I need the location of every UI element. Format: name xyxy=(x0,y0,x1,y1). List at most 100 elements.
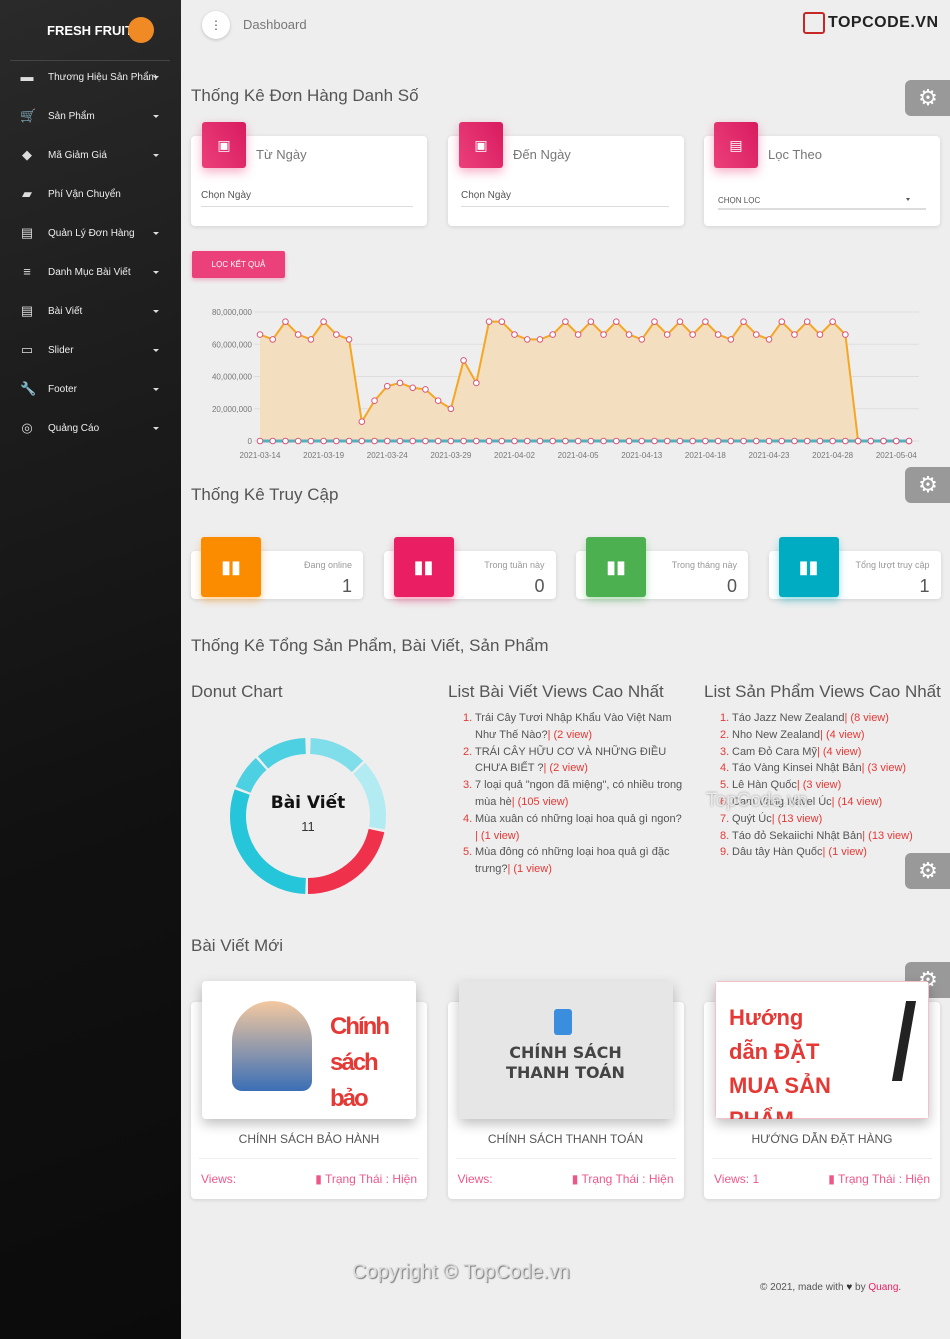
post-title[interactable]: CHÍNH SÁCH THANH TOÁN xyxy=(448,1132,684,1146)
sidebar-item[interactable]: ▤ Quản Lý Đơn Hàng xyxy=(0,219,181,249)
stat-card: ▮▮ Tổng lượt truy cập 1 xyxy=(768,537,941,599)
from-date-input[interactable]: Chọn Ngày xyxy=(201,190,413,207)
brand[interactable]: FRESH FRUIT xyxy=(0,16,181,46)
data-point xyxy=(371,437,378,445)
data-point xyxy=(383,382,391,390)
list-item[interactable]: 2. Nho New Zealand| (4 view) xyxy=(720,727,940,744)
sidebar-item[interactable]: 🛒 Sản Phẩm xyxy=(0,102,181,132)
filter-card: ▤ Lọc Theo CHỌN LỌC xyxy=(704,122,940,226)
sidebar-item[interactable]: ◆ Mã Giảm Giá xyxy=(0,141,181,171)
data-point xyxy=(269,336,277,343)
x-tick-label: 2021-03-14 xyxy=(240,451,281,460)
to-date-input[interactable]: Chọn Ngày xyxy=(461,190,669,207)
data-point xyxy=(333,331,340,338)
post-title[interactable]: HƯỚNG DẪN ĐẶT HÀNG xyxy=(704,1132,940,1146)
filter-select[interactable]: CHỌN LỌC xyxy=(718,196,926,210)
stat-value: 1 xyxy=(919,576,930,596)
x-tick-label: 2021-03-24 xyxy=(367,451,408,460)
post-card[interactable]: Hướng dẫn ĐẶT MUA SẢN PHẨM HƯỚNG DẪN ĐẶT… xyxy=(704,981,940,1199)
data-point xyxy=(625,331,633,338)
list-item[interactable]: 4. Táo Vàng Kinsei Nhật Bản| (3 view) xyxy=(720,760,940,777)
author-link[interactable]: Quang xyxy=(868,1282,898,1293)
data-point xyxy=(778,437,786,445)
data-point xyxy=(256,331,264,338)
post-image[interactable]: CHÍNH SÁCH THANH TOÁN xyxy=(458,981,673,1119)
sidebar-item-label: Danh Mục Bài Viết xyxy=(48,267,131,278)
data-point xyxy=(345,336,353,343)
post-title[interactable]: CHÍNH SÁCH BẢO HÀNH xyxy=(191,1132,427,1146)
watermark: TopCode.vn xyxy=(706,790,808,811)
stat-card: ▮▮ Trong tuần này 0 xyxy=(383,537,556,599)
data-point xyxy=(320,437,327,445)
sidebar-item[interactable]: ◎ Quảng Cáo xyxy=(0,414,181,444)
data-point xyxy=(422,437,429,445)
data-point xyxy=(434,397,442,404)
data-point xyxy=(383,437,391,445)
list-item[interactable]: 1. Táo Jazz New Zealand| (8 view) xyxy=(720,710,940,727)
post-image[interactable]: Chính sách bảo hành xyxy=(202,981,416,1119)
sidebar-item[interactable]: ▬ Thương Hiệu Sản Phẩm xyxy=(0,63,181,93)
menu-toggle-button[interactable]: ⋮ xyxy=(202,11,230,39)
data-point xyxy=(562,318,569,325)
list-item[interactable]: 5. Mùa đông có những loại hoa quả gì đặc … xyxy=(463,844,683,878)
data-point xyxy=(638,336,646,343)
list-item[interactable]: 1. Trái Cây Tươi Nhập Khẩu Vào Việt Nam N… xyxy=(463,710,683,744)
list-item[interactable]: 8. Táo đỏ Sekaiichi Nhật Bản| (13 view) xyxy=(720,828,940,845)
data-point xyxy=(511,437,518,445)
donut-segment xyxy=(235,758,267,794)
data-point xyxy=(345,437,353,445)
data-point xyxy=(842,437,849,445)
list-item[interactable]: 3. Cam Đỏ Cara Mỹ| (4 view) xyxy=(720,744,940,761)
data-point xyxy=(880,437,887,445)
data-point xyxy=(358,418,366,425)
data-point xyxy=(409,437,417,445)
sidebar-item[interactable]: 🔧 Footer xyxy=(0,375,181,405)
list-item[interactable]: 7. Quýt Úc| (13 view) xyxy=(720,811,940,828)
data-point xyxy=(574,437,582,445)
donut-segment xyxy=(307,828,385,894)
sidebar-item-label: Sản Phẩm xyxy=(48,111,95,122)
data-point xyxy=(663,331,671,338)
divider xyxy=(712,1158,932,1159)
settings-gear-icon[interactable]: ⚙ xyxy=(905,80,950,116)
data-point xyxy=(613,437,620,445)
filter-results-button[interactable]: LỌC KẾT QUẢ xyxy=(192,251,285,278)
x-tick-label: 2021-04-02 xyxy=(494,451,535,460)
data-point xyxy=(536,437,544,445)
sidebar-item[interactable]: ≡ Danh Mục Bài Viết xyxy=(0,258,181,288)
post-status: ▮ Trạng Thái : Hiện xyxy=(828,1172,930,1186)
data-point xyxy=(587,437,595,445)
data-point xyxy=(473,437,480,445)
caret-down-icon xyxy=(153,349,159,352)
data-point xyxy=(752,331,760,338)
sidebar-item[interactable]: ▭ Slider xyxy=(0,336,181,366)
caret-down-icon xyxy=(153,76,159,79)
list-item[interactable]: 3. 7 loại quả "ngon đã miệng", có nhiều t… xyxy=(463,777,683,811)
data-point xyxy=(651,318,658,325)
ads-click-icon: ◎ xyxy=(21,420,33,435)
orange-logo-icon xyxy=(128,17,154,43)
donut-label: Bài Viết xyxy=(271,792,346,813)
to-date-card: ▣ Đến Ngày Chọn Ngày xyxy=(448,122,684,226)
post-card[interactable]: Chính sách bảo hành CHÍNH SÁCH BẢO HÀNH … xyxy=(191,981,427,1199)
list-item[interactable]: 4. Mùa xuân có những loại hoa quả gì ngon… xyxy=(463,811,683,845)
sidebar: FRESH FRUIT ▬ Thương Hiệu Sản Phẩm 🛒 Sản Ph… xyxy=(0,0,181,1339)
to-date-label: Đến Ngày xyxy=(513,147,571,162)
post-card[interactable]: CHÍNH SÁCH THANH TOÁN CHÍNH SÁCH THANH T… xyxy=(447,981,684,1199)
settings-gear-icon[interactable]: ⚙ xyxy=(905,467,950,503)
post-image[interactable]: Hướng dẫn ĐẶT MUA SẢN PHẨM xyxy=(715,981,929,1119)
data-point xyxy=(447,405,455,413)
list-icon: ≡ xyxy=(23,264,31,279)
sidebar-item[interactable]: ▰ Phí Vận Chuyển xyxy=(0,180,181,210)
copyright-watermark: Copyright © TopCode.vn xyxy=(352,1261,570,1283)
sidebar-item-label: Quảng Cáo xyxy=(48,423,100,434)
chevron-down-icon xyxy=(906,198,910,201)
data-point xyxy=(765,437,773,445)
data-point xyxy=(778,318,786,325)
settings-gear-icon[interactable]: ⚙ xyxy=(905,853,950,889)
data-point xyxy=(727,336,735,343)
sidebar-item[interactable]: ▤ Bài Viết xyxy=(0,297,181,327)
data-point xyxy=(892,437,900,445)
donut-title: Donut Chart xyxy=(191,682,283,701)
list-item[interactable]: 2. TRÁI CÂY HỮU CƠ VÀ NHỮNG ĐIỀU CHƯA BIẾ… xyxy=(463,744,683,778)
